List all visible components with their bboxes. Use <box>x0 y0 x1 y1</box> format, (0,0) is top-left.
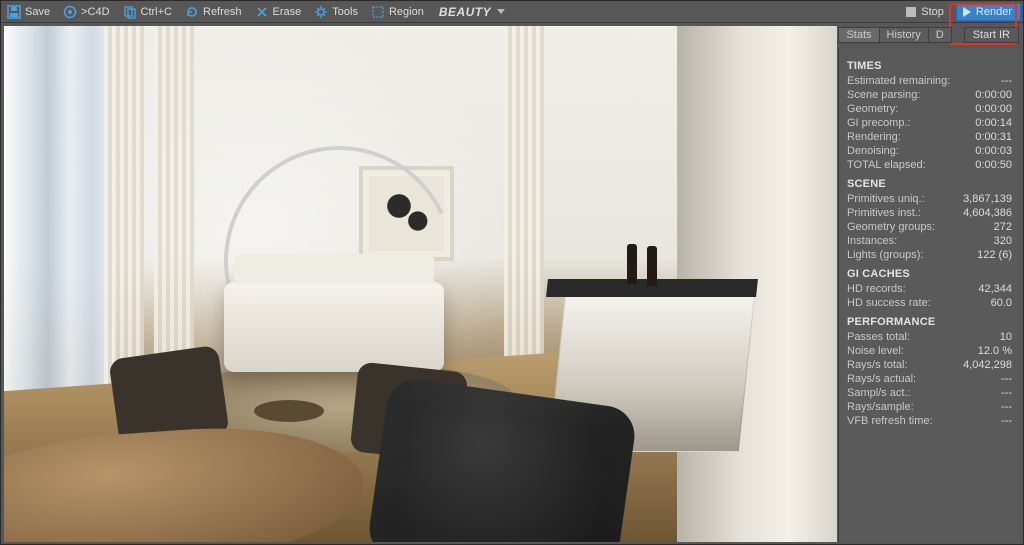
stat-row: Noise level:12.0 % <box>847 344 1012 358</box>
stat-row: HD records:42,344 <box>847 282 1012 296</box>
chevron-down-icon[interactable] <box>497 9 505 14</box>
render-label: Render <box>976 6 1012 18</box>
stat-row: Rays/s total:4,042,298 <box>847 358 1012 372</box>
c4d-icon <box>62 4 78 20</box>
erase-label: Erase <box>273 6 302 18</box>
region-button[interactable]: Region <box>367 3 431 21</box>
start-ir-button[interactable]: Start IR <box>964 27 1019 43</box>
vfb-window: Save >C4D Ctrl+C Refresh Erase <box>0 0 1024 545</box>
save-label: Save <box>25 6 50 18</box>
stat-row: TOTAL elapsed:0:00:50 <box>847 158 1012 172</box>
save-button[interactable]: Save <box>3 3 57 21</box>
copy-icon <box>122 4 138 20</box>
tab-history[interactable]: History <box>879 27 929 43</box>
section-times: TIMES <box>847 60 1012 72</box>
stop-label: Stop <box>921 6 944 18</box>
refresh-button[interactable]: Refresh <box>181 3 249 21</box>
stat-row: Primitives uniq.:3,867,139 <box>847 192 1012 206</box>
stat-row: Scene parsing:0:00:00 <box>847 88 1012 102</box>
refresh-icon <box>184 4 200 20</box>
section-performance: PERFORMANCE <box>847 316 1012 328</box>
stat-row: HD success rate:60.0 <box>847 296 1012 310</box>
stat-row: Rays/sample:--- <box>847 400 1012 414</box>
play-icon <box>963 7 971 17</box>
tools-icon <box>313 4 329 20</box>
stat-row: Geometry:0:00:00 <box>847 102 1012 116</box>
tools-label: Tools <box>332 6 358 18</box>
region-label: Region <box>389 6 424 18</box>
tab-stats[interactable]: Stats <box>838 27 879 43</box>
stat-row: Sampl/s act.:--- <box>847 386 1012 400</box>
stats-panel: TIMES Estimated remaining:--- Scene pars… <box>838 48 1020 542</box>
stat-row: Estimated remaining:--- <box>847 74 1012 88</box>
stat-row: Geometry groups:272 <box>847 220 1012 234</box>
tab-d[interactable]: D <box>928 27 952 43</box>
stat-row: Instances:320 <box>847 234 1012 248</box>
section-scene: SCENE <box>847 178 1012 190</box>
stat-row: VFB refresh time:--- <box>847 414 1012 428</box>
copy-label: Ctrl+C <box>141 6 172 18</box>
save-icon <box>6 4 22 20</box>
section-gicaches: GI CACHES <box>847 268 1012 280</box>
stat-row: Lights (groups):122 (6) <box>847 248 1012 262</box>
refresh-label: Refresh <box>203 6 242 18</box>
render-button[interactable]: Render <box>956 3 1021 21</box>
stat-row: Passes total:10 <box>847 330 1012 344</box>
c4d-label: >C4D <box>81 6 109 18</box>
stop-icon <box>906 7 916 17</box>
erase-button[interactable]: Erase <box>251 3 309 21</box>
stat-row: Rays/s actual:--- <box>847 372 1012 386</box>
stat-row: Primitives inst.:4,604,386 <box>847 206 1012 220</box>
to-c4d-button[interactable]: >C4D <box>59 3 116 21</box>
channel-dropdown[interactable]: BEAUTY <box>439 5 491 19</box>
region-icon <box>370 4 386 20</box>
render-viewport[interactable] <box>4 26 837 542</box>
stat-row: GI precomp.:0:00:14 <box>847 116 1012 130</box>
toolbar: Save >C4D Ctrl+C Refresh Erase <box>1 1 1023 23</box>
tools-button[interactable]: Tools <box>310 3 365 21</box>
erase-icon <box>254 4 270 20</box>
stop-button[interactable]: Stop <box>902 3 952 21</box>
render-image <box>4 26 837 542</box>
stat-row: Denoising:0:00:03 <box>847 144 1012 158</box>
copy-button[interactable]: Ctrl+C <box>119 3 179 21</box>
stat-row: Rendering:0:00:31 <box>847 130 1012 144</box>
